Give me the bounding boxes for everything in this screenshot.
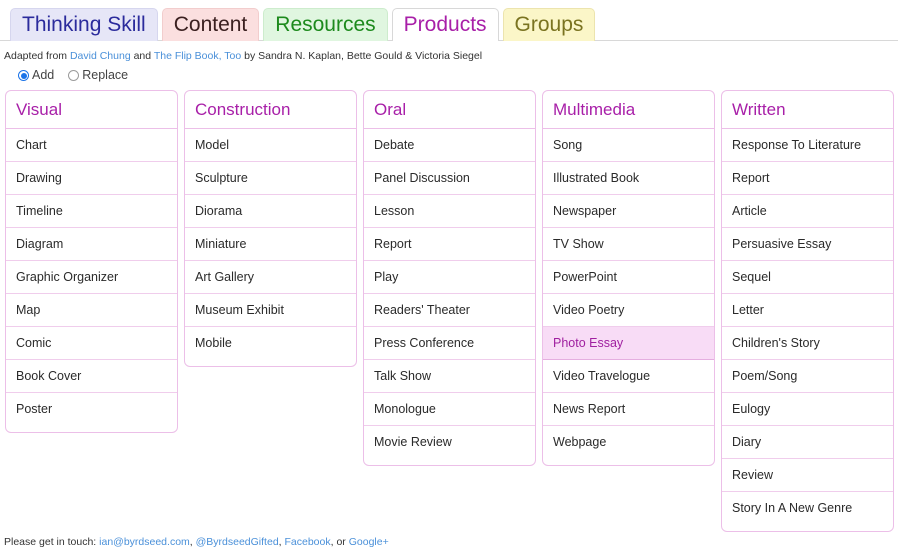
footer-sep: , or — [330, 536, 349, 548]
list-item[interactable]: Diary — [722, 426, 893, 459]
list-item[interactable]: Mobile — [185, 327, 356, 359]
list-item[interactable]: Map — [6, 294, 177, 327]
mode-replace-label: Replace — [82, 68, 129, 82]
list-item[interactable]: Video Travelogue — [543, 360, 714, 393]
list-item[interactable]: Report — [722, 162, 893, 195]
list-item[interactable]: Eulogy — [722, 393, 893, 426]
credits-line: Adapted from David Chung and The Flip Bo… — [0, 41, 898, 63]
list-item[interactable]: Illustrated Book — [543, 162, 714, 195]
list-item-selected[interactable]: Photo Essay — [543, 327, 714, 360]
tab-label: Groups — [514, 13, 584, 36]
list-item[interactable]: Play — [364, 261, 535, 294]
credits-link-flip-book[interactable]: The Flip Book, Too — [154, 50, 241, 62]
list-item[interactable]: Sequel — [722, 261, 893, 294]
list-item[interactable]: Art Gallery — [185, 261, 356, 294]
list-item[interactable]: Story In A New Genre — [722, 492, 893, 524]
column-title: Written — [722, 91, 893, 129]
list-item[interactable]: Sculpture — [185, 162, 356, 195]
column-written: Written Response To Literature Report Ar… — [721, 90, 894, 532]
footer-prefix: Please get in touch: — [4, 536, 100, 548]
list-item[interactable]: Song — [543, 129, 714, 162]
credits-link-david-chung[interactable]: David Chung — [70, 50, 131, 62]
list-item[interactable]: Poster — [6, 393, 177, 425]
list-item[interactable]: Lesson — [364, 195, 535, 228]
list-item[interactable]: Persuasive Essay — [722, 228, 893, 261]
radio-replace-icon[interactable] — [68, 70, 80, 81]
product-columns: Visual Chart Drawing Timeline Diagram Gr… — [0, 82, 898, 532]
footer-contact: Please get in touch: ian@byrdseed.com, @… — [0, 536, 898, 549]
list-item[interactable]: Debate — [364, 129, 535, 162]
mode-add-label: Add — [32, 68, 55, 82]
list-item[interactable]: News Report — [543, 393, 714, 426]
tab-groups[interactable]: Groups — [502, 8, 596, 41]
list-item[interactable]: Webpage — [543, 426, 714, 458]
list-item[interactable]: Miniature — [185, 228, 356, 261]
list-item[interactable]: Model — [185, 129, 356, 162]
column-construction: Construction Model Sculpture Diorama Min… — [184, 90, 357, 367]
list-item[interactable]: Movie Review — [364, 426, 535, 458]
tab-bar: Thinking Skill Content Resources Product… — [0, 5, 898, 42]
column-title: Multimedia — [543, 91, 714, 129]
list-item[interactable]: Letter — [722, 294, 893, 327]
list-item[interactable]: Children's Story — [722, 327, 893, 360]
list-item[interactable]: Book Cover — [6, 360, 177, 393]
tab-label: Content — [173, 13, 248, 36]
list-item[interactable]: Panel Discussion — [364, 162, 535, 195]
list-item[interactable]: Response To Literature — [722, 129, 893, 162]
tab-label: Thinking Skill — [22, 13, 146, 36]
credits-prefix: Adapted from — [4, 50, 70, 62]
list-item[interactable]: Article — [722, 195, 893, 228]
list-item[interactable]: Diagram — [6, 228, 177, 261]
tab-label: Products — [403, 13, 487, 36]
credits-suffix: by Sandra N. Kaplan, Bette Gould & Victo… — [241, 50, 483, 62]
list-item[interactable]: TV Show — [543, 228, 714, 261]
tab-thinking-skill[interactable]: Thinking Skill — [10, 8, 158, 41]
tab-products[interactable]: Products — [391, 8, 499, 42]
list-item[interactable]: Timeline — [6, 195, 177, 228]
list-item[interactable]: PowerPoint — [543, 261, 714, 294]
mode-option-replace[interactable]: Replace — [68, 69, 128, 82]
list-item[interactable]: Drawing — [6, 162, 177, 195]
footer-link-twitter[interactable]: @ByrdseedGifted — [196, 536, 279, 548]
column-multimedia: Multimedia Song Illustrated Book Newspap… — [542, 90, 715, 466]
footer-link-email[interactable]: ian@byrdseed.com — [99, 536, 190, 548]
tab-label: Resources — [275, 13, 376, 36]
tab-content[interactable]: Content — [161, 8, 260, 41]
radio-add-icon[interactable] — [18, 70, 29, 81]
column-visual: Visual Chart Drawing Timeline Diagram Gr… — [5, 90, 178, 433]
list-item[interactable]: Diorama — [185, 195, 356, 228]
list-item[interactable]: Newspaper — [543, 195, 714, 228]
list-item[interactable]: Chart — [6, 129, 177, 162]
column-title: Oral — [364, 91, 535, 129]
column-title: Visual — [6, 91, 177, 129]
credits-middle: and — [130, 50, 154, 62]
list-item[interactable]: Monologue — [364, 393, 535, 426]
footer-link-google[interactable]: Google+ — [349, 536, 389, 548]
column-oral: Oral Debate Panel Discussion Lesson Repo… — [363, 90, 536, 466]
list-item[interactable]: Museum Exhibit — [185, 294, 356, 327]
mode-radio-group: Add Replace — [0, 63, 898, 82]
list-item[interactable]: Talk Show — [364, 360, 535, 393]
list-item[interactable]: Readers' Theater — [364, 294, 535, 327]
list-item[interactable]: Graphic Organizer — [6, 261, 177, 294]
column-title: Construction — [185, 91, 356, 129]
list-item[interactable]: Video Poetry — [543, 294, 714, 327]
tab-resources[interactable]: Resources — [263, 8, 388, 41]
list-item[interactable]: Review — [722, 459, 893, 492]
footer-link-facebook[interactable]: Facebook — [285, 536, 331, 548]
list-item[interactable]: Poem/Song — [722, 360, 893, 393]
list-item[interactable]: Press Conference — [364, 327, 535, 360]
mode-option-add[interactable]: Add — [18, 69, 54, 82]
list-item[interactable]: Comic — [6, 327, 177, 360]
list-item[interactable]: Report — [364, 228, 535, 261]
